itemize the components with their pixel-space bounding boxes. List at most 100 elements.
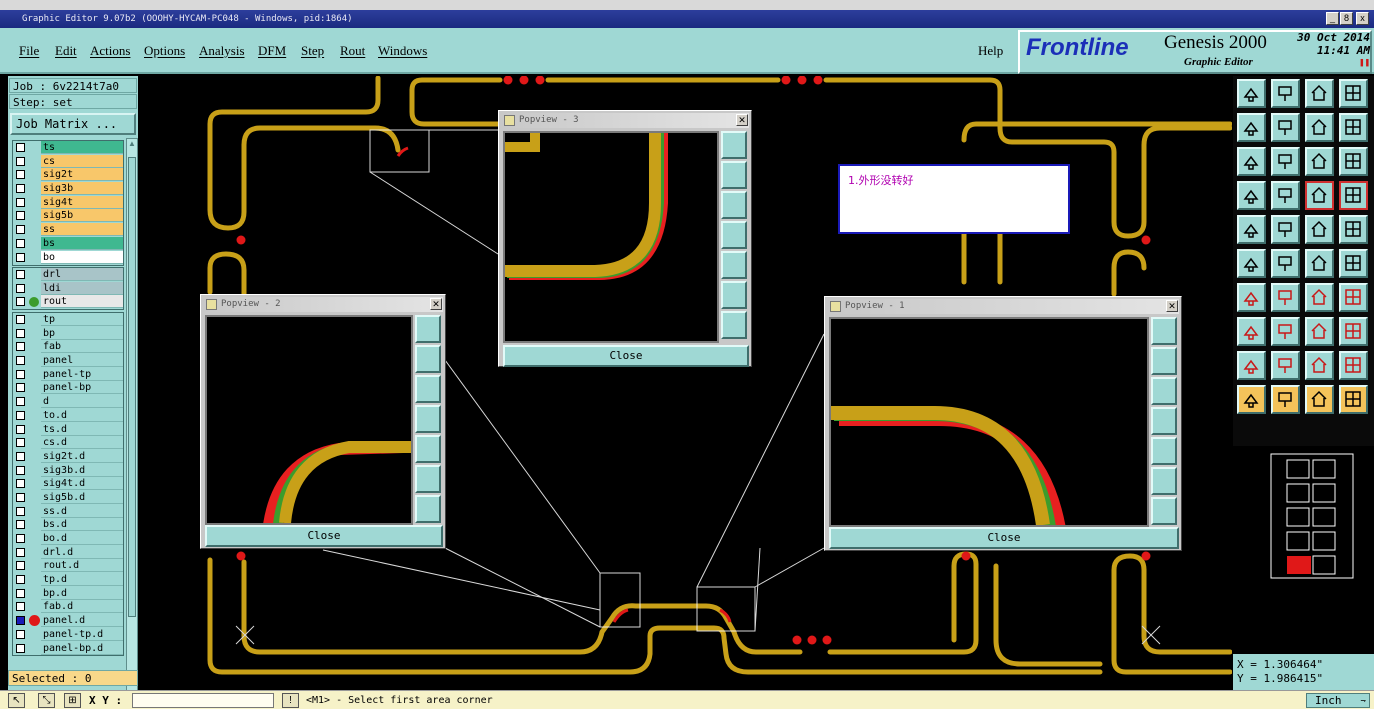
layer-row-ts[interactable]: ts	[13, 141, 123, 155]
layer-name[interactable]: rout.d	[41, 559, 123, 573]
pan-right-icon[interactable]	[415, 435, 441, 463]
layer-checkbox[interactable]	[16, 283, 25, 293]
layer-checkbox[interactable]	[16, 328, 25, 338]
layer-row-sig4t.d[interactable]: sig4t.d	[13, 477, 123, 491]
zoom-up-icon[interactable]	[415, 345, 441, 373]
grid-icon[interactable]: ⊞	[64, 693, 81, 708]
select-arrow-icon[interactable]: ↖	[8, 693, 25, 708]
layer-checkbox[interactable]	[16, 197, 25, 207]
layer-checkbox[interactable]	[16, 534, 25, 543]
layer-name[interactable]: panel-bp.d	[41, 641, 123, 655]
popview-3-window[interactable]: Popview - 3 ✕ Close	[498, 110, 752, 367]
scroll-up-icon[interactable]: ▲	[128, 139, 136, 151]
draw-line-tool-icon[interactable]	[1271, 215, 1300, 244]
layer-checkbox[interactable]	[16, 520, 25, 530]
snap-tool-icon[interactable]	[1339, 113, 1368, 142]
scroll-thumb[interactable]	[128, 157, 136, 617]
layer-row-bo.d[interactable]: bo.d	[13, 532, 123, 546]
menu-options[interactable]: Options	[144, 43, 185, 59]
select-net-tool-icon[interactable]	[1339, 385, 1368, 414]
layer-row-panel[interactable]: panel	[13, 354, 123, 368]
layer-row-cs.d[interactable]: cs.d	[13, 436, 123, 450]
menu-windows[interactable]: Windows	[378, 43, 427, 59]
layer-checkbox[interactable]	[16, 342, 25, 352]
measure-tool-tool-icon[interactable]	[1237, 181, 1266, 210]
layer-row-ldi[interactable]: ldi	[13, 281, 123, 296]
popview-1-window[interactable]: Popview - 1 ✕ Close	[824, 296, 1182, 551]
zoom-home-icon[interactable]	[415, 315, 441, 343]
layer-checkbox[interactable]	[16, 315, 25, 324]
layer-name[interactable]: cs.d	[41, 436, 123, 450]
layer-checkbox[interactable]	[16, 369, 25, 379]
layer-row-ts.d[interactable]: ts.d	[13, 422, 123, 437]
layer-checkbox[interactable]	[16, 211, 25, 221]
layer-row-bp.d[interactable]: bp.d	[13, 586, 123, 601]
layer-name[interactable]: panel-bp	[41, 381, 123, 395]
popview-1-title[interactable]: Popview - 1	[827, 299, 1179, 314]
layer-name[interactable]: sig2t.d	[41, 449, 123, 463]
select-single-tool-icon[interactable]	[1237, 385, 1266, 414]
pan-left-icon[interactable]	[415, 405, 441, 433]
close-icon[interactable]: ✕	[1166, 300, 1178, 312]
layer-checkbox[interactable]	[16, 252, 25, 262]
layer-row-d[interactable]: d	[13, 395, 123, 409]
layer-name[interactable]: ts	[41, 141, 123, 154]
zoom-out-icon[interactable]	[721, 311, 747, 339]
layer-name[interactable]: sig5b.d	[41, 490, 123, 504]
layer-name[interactable]: rout	[41, 295, 123, 309]
pan-left-icon[interactable]	[721, 221, 747, 249]
layer-down-tool-icon[interactable]	[1271, 79, 1300, 108]
layer-row-bs.d[interactable]: bs.d	[13, 518, 123, 532]
features-filter-tool-icon[interactable]	[1305, 181, 1334, 210]
zoom-up-icon[interactable]	[721, 161, 747, 189]
line-edit-tool-icon[interactable]	[1271, 317, 1300, 346]
layer-name[interactable]: panel.d	[41, 614, 123, 628]
group-tool-icon[interactable]	[1339, 317, 1368, 346]
layer-checkbox[interactable]	[16, 410, 25, 420]
popview-1-close-button[interactable]: Close	[829, 527, 1179, 549]
layer-up-tool-icon[interactable]	[1237, 79, 1266, 108]
layer-checkbox[interactable]	[16, 238, 25, 248]
layer-name[interactable]: cs	[41, 154, 123, 168]
popview-3-title[interactable]: Popview - 3	[501, 113, 749, 128]
popview-2-close-button[interactable]: Close	[205, 525, 443, 547]
popview-2-window[interactable]: Popview - 2 ✕ Close	[200, 294, 446, 549]
layer-name[interactable]: drl	[41, 268, 123, 281]
layer-row-sig5b[interactable]: sig5b	[13, 209, 123, 223]
menu-edit[interactable]: Edit	[55, 43, 77, 59]
layer-checkbox[interactable]	[16, 225, 25, 235]
layer-row-panel-bp[interactable]: panel-bp	[13, 381, 123, 395]
units-selector[interactable]: Inch ⇁	[1306, 693, 1370, 708]
zoom-up-icon[interactable]	[1151, 347, 1177, 375]
triangle-c-tool-icon[interactable]	[1305, 351, 1334, 380]
step-overview-map[interactable]	[1233, 446, 1374, 660]
layer-name[interactable]: ldi	[41, 281, 123, 295]
layer-row-rout.d[interactable]: rout.d	[13, 559, 123, 573]
ruler-tool-icon[interactable]	[1305, 215, 1334, 244]
zoom-out-icon[interactable]	[1151, 497, 1177, 525]
layer-row-sig3b[interactable]: sig3b	[13, 182, 123, 196]
flip-tool-icon[interactable]	[1339, 283, 1368, 312]
layer-name[interactable]: d	[41, 395, 123, 409]
layer-row-ss.d[interactable]: ss.d	[13, 504, 123, 519]
pan-right-icon[interactable]	[1151, 437, 1177, 465]
popview-2-title[interactable]: Popview - 2	[203, 297, 443, 312]
connect-nodes-tool-icon[interactable]	[1237, 249, 1266, 278]
zoom-home-icon[interactable]	[1151, 317, 1177, 345]
zoom-in-icon[interactable]	[721, 281, 747, 309]
layer-checkbox[interactable]	[16, 588, 25, 598]
layer-row-to.d[interactable]: to.d	[13, 408, 123, 423]
measure-icon[interactable]: ⤡	[38, 693, 55, 708]
layer-name[interactable]: fab	[41, 340, 123, 354]
layer-name[interactable]: bo	[41, 250, 123, 264]
pad-edit-tool-icon[interactable]	[1237, 317, 1266, 346]
minimize-button[interactable]: _	[1326, 12, 1339, 25]
menu-file[interactable]: File	[19, 43, 39, 59]
pan-right-tool-icon[interactable]	[1271, 113, 1300, 142]
layer-row-bs[interactable]: bs	[13, 236, 123, 251]
layer-checkbox[interactable]	[16, 506, 25, 516]
layer-row-fab[interactable]: fab	[13, 340, 123, 354]
features-stats-tool-icon[interactable]	[1339, 181, 1368, 210]
zoom-down-icon[interactable]	[415, 375, 441, 403]
layer-checkbox[interactable]	[16, 143, 25, 152]
